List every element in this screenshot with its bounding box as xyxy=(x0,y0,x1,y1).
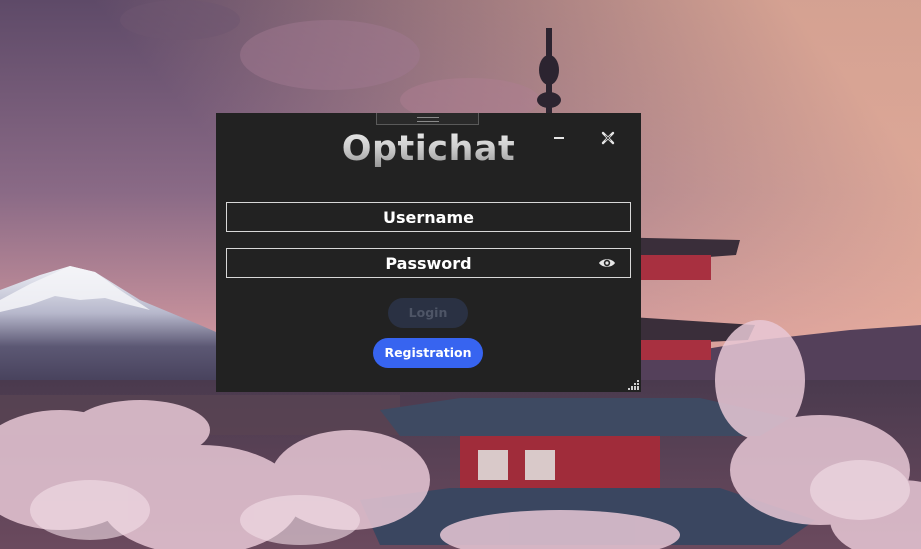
resize-grip-icon[interactable] xyxy=(628,379,639,390)
minimize-button[interactable] xyxy=(548,127,570,149)
login-dialog: Optichat Login Registration xyxy=(216,113,641,392)
eye-icon[interactable] xyxy=(598,256,616,270)
password-input[interactable] xyxy=(227,249,630,277)
username-field xyxy=(226,202,631,232)
login-button[interactable]: Login xyxy=(388,298,468,328)
username-input[interactable] xyxy=(227,203,630,231)
password-field xyxy=(226,248,631,278)
app-title: Optichat xyxy=(216,127,641,171)
registration-button[interactable]: Registration xyxy=(373,338,483,368)
close-button[interactable] xyxy=(597,127,619,149)
drag-handle[interactable] xyxy=(376,113,479,125)
close-icon xyxy=(601,131,615,145)
grip-icon xyxy=(417,117,439,122)
minimize-icon xyxy=(554,137,564,139)
